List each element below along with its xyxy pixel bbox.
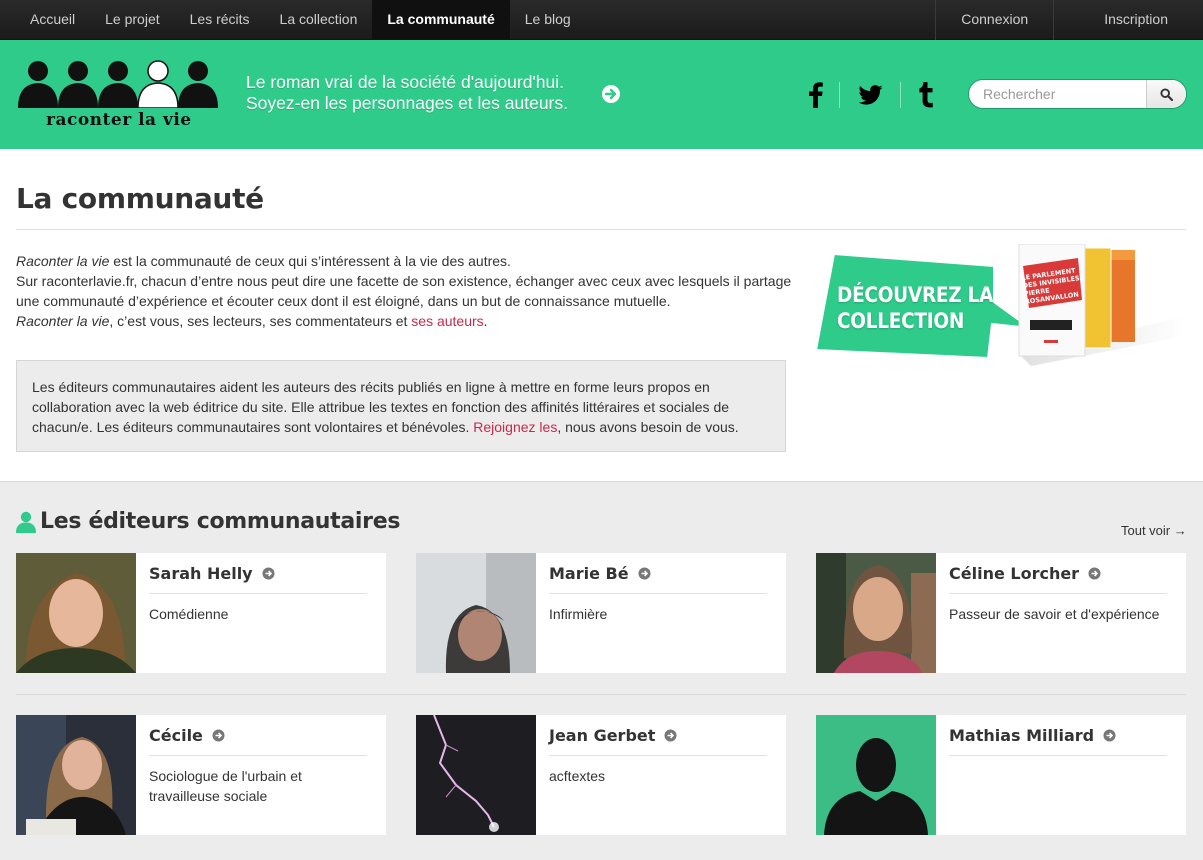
nav-item-le-projet[interactable]: Le projet [90, 0, 174, 40]
arrow-right-circle-icon [638, 567, 651, 580]
social-divider [900, 82, 901, 108]
login-link[interactable]: Connexion [935, 0, 1053, 40]
editor-name[interactable]: Jean Gerbet [549, 726, 677, 745]
promo-text: DÉCOUVREZ LA COLLECTION [837, 282, 993, 334]
nav-item-les-recits[interactable]: Les récits [175, 0, 265, 40]
divider [149, 755, 367, 756]
logo-text: raconter la vie [46, 110, 192, 130]
arrow-right-circle-icon [212, 729, 225, 742]
avatar [816, 553, 936, 673]
editor-card[interactable]: Cécile Sociologue de l'urbain et travail… [16, 715, 386, 835]
nav-item-la-communaute[interactable]: La communauté [372, 0, 510, 40]
social-divider [839, 82, 840, 108]
editor-card[interactable]: Mathias Milliard [816, 715, 1186, 835]
avatar [416, 715, 536, 835]
arrow-right-circle-icon [262, 567, 275, 580]
search-box [968, 79, 1187, 109]
twitter-icon[interactable] [858, 85, 883, 105]
tagline: Le roman vrai de la société d'aujourd'hu… [246, 72, 568, 114]
editor-name-text: Céline Lorcher [949, 564, 1080, 583]
signup-link[interactable]: Inscription [1053, 0, 1203, 40]
divider [149, 593, 367, 594]
editor-role: Comédienne [149, 606, 229, 622]
editor-name[interactable]: Cécile [149, 726, 225, 745]
row-divider [16, 694, 1186, 695]
main-content: La communauté Raconter la vie est la com… [0, 149, 1203, 482]
join-link[interactable]: Rejoignez les [473, 419, 557, 435]
editor-name[interactable]: Mathias Milliard [949, 726, 1116, 745]
editor-card[interactable]: Marie Bé Infirmière [416, 553, 786, 673]
editor-card[interactable]: Sarah Helly Comédienne [16, 553, 386, 673]
callout-end: , nous avons besoin de vous. [557, 419, 739, 435]
facebook-icon[interactable] [808, 82, 824, 108]
nav-item-la-collection[interactable]: La collection [265, 0, 373, 40]
nav-item-le-blog[interactable]: Le blog [510, 0, 586, 40]
editor-role: Infirmière [549, 606, 608, 622]
arrow-right-circle-icon [664, 729, 677, 742]
section-title: Les éditeurs communautaires [40, 509, 401, 534]
editor-role: acftextes [549, 768, 606, 784]
site-logo[interactable]: raconter la vie [16, 58, 222, 134]
editor-card[interactable]: Jean Gerbet acftextes [416, 715, 786, 835]
people-silhouettes-icon [18, 60, 218, 109]
tagline-line-2: Soyez-en les personnages et les auteurs. [246, 93, 568, 113]
tumblr-icon[interactable] [918, 82, 934, 108]
divider [549, 755, 767, 756]
collection-promo-banner[interactable]: DÉCOUVREZ LA COLLECTION LE PARLEMENT DES… [814, 243, 1186, 369]
avatar [16, 553, 136, 673]
intro-end: . [483, 313, 488, 329]
default-avatar-icon [816, 715, 936, 835]
site-header: raconter la vie Le roman vrai de la soci… [0, 40, 1203, 149]
account-menu: Connexion Inscription [935, 0, 1203, 40]
divider [549, 593, 767, 594]
search-input[interactable] [969, 80, 1147, 108]
avatar [416, 553, 536, 673]
top-navigation: Accueil Le projet Les récits La collecti… [0, 0, 1203, 40]
intro-em-2: Raconter la vie [16, 313, 110, 329]
intro-em-1: Raconter la vie [16, 253, 110, 269]
editor-name-text: Marie Bé [549, 564, 629, 583]
nav-item-accueil[interactable]: Accueil [0, 0, 90, 40]
divider [949, 755, 1167, 756]
tagline-line-1: Le roman vrai de la société d'aujourd'hu… [246, 72, 564, 92]
authors-link[interactable]: ses auteurs [411, 313, 483, 329]
divider [16, 229, 1186, 230]
editor-name-text: Jean Gerbet [549, 726, 656, 745]
editor-name-text: Sarah Helly [149, 564, 253, 583]
editor-name-text: Mathias Milliard [949, 726, 1095, 745]
search-button[interactable] [1146, 80, 1186, 108]
page-title: La communauté [16, 182, 264, 215]
divider [949, 593, 1167, 594]
editor-name[interactable]: Céline Lorcher [949, 564, 1101, 583]
editor-card[interactable]: Céline Lorcher Passeur de savoir et d'ex… [816, 553, 1186, 673]
main-menu: Accueil Le projet Les récits La collecti… [0, 0, 586, 40]
arrow-right-circle-icon[interactable] [601, 84, 621, 104]
intro-line-3: , c’est vous, ses lecteurs, ses commenta… [109, 313, 412, 329]
promo-line-1: DÉCOUVREZ LA [837, 283, 994, 307]
editor-name[interactable]: Marie Bé [549, 564, 651, 583]
arrow-right-circle-icon [1103, 729, 1116, 742]
editor-role: Sociologue de l'urbain et travailleuse s… [149, 768, 302, 804]
search-icon [1160, 87, 1173, 101]
promo-line-2: COLLECTION [837, 309, 965, 333]
intro-text: Raconter la vie est la communauté de ceu… [16, 251, 796, 331]
editor-name-text: Cécile [149, 726, 203, 745]
intro-line-2: Sur raconterlavie.fr, chacun d’entre nou… [16, 273, 792, 309]
editors-callout: Les éditeurs communautaires aident les a… [16, 360, 786, 452]
see-all-link[interactable]: Tout voir → [1121, 523, 1187, 538]
editor-role: Passeur de savoir et d'expérience [949, 606, 1160, 622]
user-icon [16, 511, 36, 533]
editor-name[interactable]: Sarah Helly [149, 564, 275, 583]
intro-line-1: est la communauté de ceux qui s’intéress… [109, 253, 511, 269]
avatar [16, 715, 136, 835]
arrow-right-circle-icon [1088, 567, 1101, 580]
